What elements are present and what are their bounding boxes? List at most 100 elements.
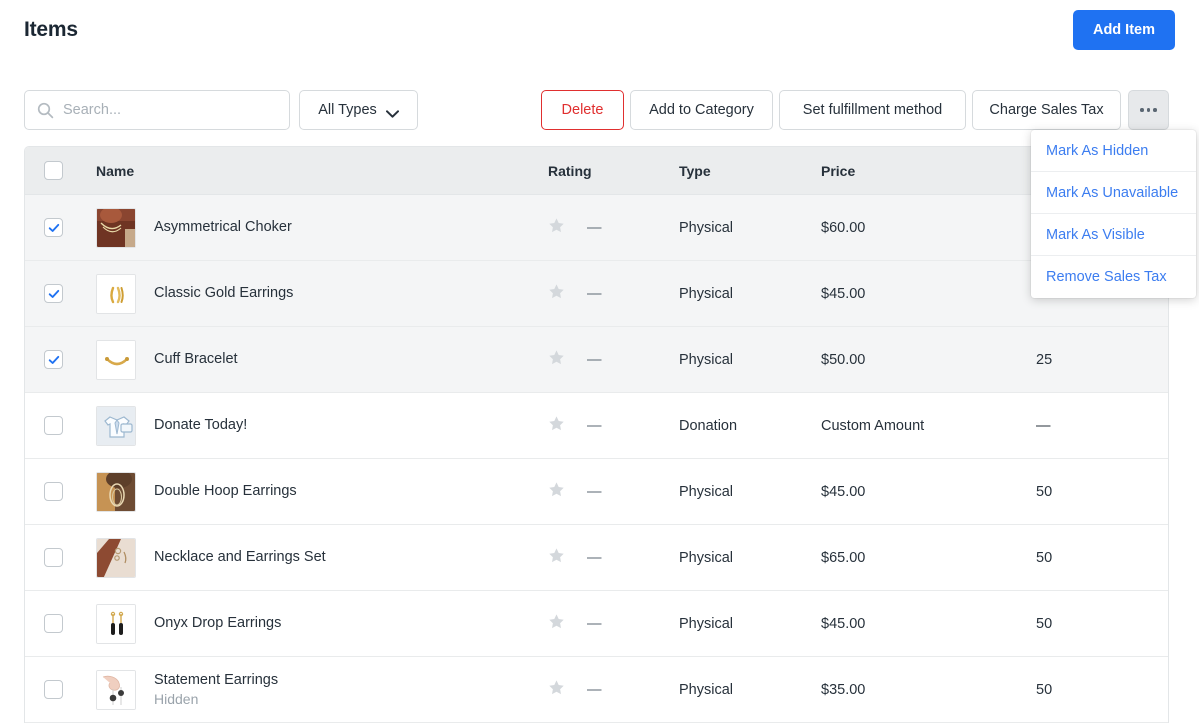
rating-value: — <box>587 418 602 434</box>
table-row[interactable]: Necklace and Earrings Set — Physical$65.00… <box>25 525 1168 591</box>
item-rating-cell: — <box>544 217 679 238</box>
row-checkbox-cell[interactable] <box>25 680 82 699</box>
row-checkbox-cell[interactable] <box>25 614 82 633</box>
item-name: Classic Gold Earrings <box>154 284 293 303</box>
select-all-checkbox[interactable] <box>44 161 63 180</box>
item-rating-cell: — <box>544 283 679 304</box>
rating-value: — <box>587 220 602 236</box>
column-header-rating[interactable]: Rating <box>544 163 679 179</box>
row-checkbox[interactable] <box>44 416 63 435</box>
item-name: Donate Today! <box>154 416 247 435</box>
delete-button[interactable]: Delete <box>541 90 624 130</box>
item-name: Necklace and Earrings Set <box>154 548 326 567</box>
item-type-cell: Physical <box>679 550 821 566</box>
item-type-cell: Physical <box>679 220 821 236</box>
add-item-button[interactable]: Add Item <box>1073 10 1175 50</box>
row-checkbox-cell[interactable] <box>25 218 82 237</box>
more-actions-button[interactable] <box>1128 90 1169 130</box>
item-type-cell: Donation <box>679 418 821 434</box>
table-header-row: Name Rating Type Price <box>25 147 1168 195</box>
table-row[interactable]: Cuff Bracelet—Physical$50.0025 <box>25 327 1168 393</box>
necklace-photo-thumbnail <box>96 208 136 248</box>
item-status-label: Hidden <box>154 690 278 709</box>
search-box[interactable] <box>24 90 290 130</box>
menu-item-remove-sales-tax[interactable]: Remove Sales Tax <box>1031 256 1196 298</box>
item-name: Asymmetrical Choker <box>154 218 292 237</box>
item-name-cell[interactable]: Statement EarringsHidden <box>82 670 544 710</box>
menu-item-mark-as-visible[interactable]: Mark As Visible <box>1031 214 1196 256</box>
star-icon <box>548 217 565 238</box>
item-stock-cell: 50 <box>1036 616 1168 632</box>
item-type-cell: Physical <box>679 352 821 368</box>
row-checkbox[interactable] <box>44 350 63 369</box>
column-header-price[interactable]: Price <box>821 163 1036 179</box>
rating-value: — <box>587 682 602 698</box>
table-row[interactable]: Onyx Drop Earrings—Physical$45.0050 <box>25 591 1168 657</box>
select-all-checkbox-cell[interactable] <box>25 161 82 180</box>
menu-item-mark-as-unavailable[interactable]: Mark As Unavailable <box>1031 172 1196 214</box>
item-stock-cell: 50 <box>1036 550 1168 566</box>
table-row[interactable]: Double Hoop Earrings—Physical$45.0050 <box>25 459 1168 525</box>
row-checkbox[interactable] <box>44 614 63 633</box>
item-rating-cell: — <box>544 613 679 634</box>
item-name-cell[interactable]: Necklace and Earrings Set <box>82 538 544 578</box>
item-type-cell: Physical <box>679 682 821 698</box>
item-name: Cuff Bracelet <box>154 350 238 369</box>
star-icon <box>548 613 565 634</box>
search-input[interactable] <box>63 102 273 118</box>
set-fulfillment-method-button[interactable]: Set fulfillment method <box>779 90 966 130</box>
ellipsis-icon <box>1140 108 1157 112</box>
item-name-cell[interactable]: Donate Today! <box>82 406 544 446</box>
table-row[interactable]: Statement EarringsHidden — Physical$35.005… <box>25 657 1168 723</box>
cuff-bracelet-thumbnail <box>96 340 136 380</box>
column-header-type[interactable]: Type <box>679 163 821 179</box>
hoop-earrings-photo-thumbnail <box>96 472 136 512</box>
item-name: Double Hoop Earrings <box>154 482 297 501</box>
table-row[interactable]: Asymmetrical Choker—Physical$60.00 <box>25 195 1168 261</box>
add-to-category-button[interactable]: Add to Category <box>630 90 773 130</box>
table-row[interactable]: Classic Gold Earrings—Physical$45.00 <box>25 261 1168 327</box>
item-name-cell[interactable]: Classic Gold Earrings <box>82 274 544 314</box>
item-price-cell: Custom Amount <box>821 418 1036 434</box>
item-price-cell: $45.00 <box>821 484 1036 500</box>
item-price-cell: $45.00 <box>821 616 1036 632</box>
item-name-cell[interactable]: Double Hoop Earrings <box>82 472 544 512</box>
rating-value: — <box>587 352 602 368</box>
chevron-down-icon <box>386 106 399 114</box>
star-icon <box>548 679 565 700</box>
item-name-cell[interactable]: Asymmetrical Choker <box>82 208 544 248</box>
onyx-drop-earrings-thumbnail <box>96 604 136 644</box>
table-row[interactable]: Donate Today!—DonationCustom Amount— <box>25 393 1168 459</box>
row-checkbox[interactable] <box>44 548 63 567</box>
type-filter-dropdown[interactable]: All Types <box>299 90 418 130</box>
item-name-cell[interactable]: Cuff Bracelet <box>82 340 544 380</box>
column-header-name[interactable]: Name <box>82 163 544 179</box>
row-checkbox[interactable] <box>44 218 63 237</box>
row-checkbox-cell[interactable] <box>25 284 82 303</box>
item-price-cell: $65.00 <box>821 550 1036 566</box>
item-stock-cell: 25 <box>1036 352 1168 368</box>
table-body: Asymmetrical Choker—Physical$60.00Classi… <box>25 195 1168 723</box>
menu-item-mark-as-hidden[interactable]: Mark As Hidden <box>1031 130 1196 172</box>
rating-value: — <box>587 550 602 566</box>
charge-sales-tax-button[interactable]: Charge Sales Tax <box>972 90 1121 130</box>
item-rating-cell: — <box>544 481 679 502</box>
overflow-menu: Mark As HiddenMark As UnavailableMark As… <box>1031 130 1196 298</box>
row-checkbox-cell[interactable] <box>25 482 82 501</box>
item-price-cell: $35.00 <box>821 682 1036 698</box>
row-checkbox[interactable] <box>44 284 63 303</box>
row-checkbox-cell[interactable] <box>25 548 82 567</box>
item-stock-cell: 50 <box>1036 682 1168 698</box>
item-rating-cell: — <box>544 679 679 700</box>
item-name: Statement Earrings <box>154 671 278 690</box>
row-checkbox-cell[interactable] <box>25 350 82 369</box>
star-icon <box>548 349 565 370</box>
row-checkbox-cell[interactable] <box>25 416 82 435</box>
page-header: Items Add Item <box>0 0 1199 72</box>
item-name-cell[interactable]: Onyx Drop Earrings <box>82 604 544 644</box>
row-checkbox[interactable] <box>44 680 63 699</box>
row-checkbox[interactable] <box>44 482 63 501</box>
necklace-earrings-set-thumbnail <box>96 538 136 578</box>
item-stock-cell: — <box>1036 418 1168 434</box>
item-type-cell: Physical <box>679 286 821 302</box>
